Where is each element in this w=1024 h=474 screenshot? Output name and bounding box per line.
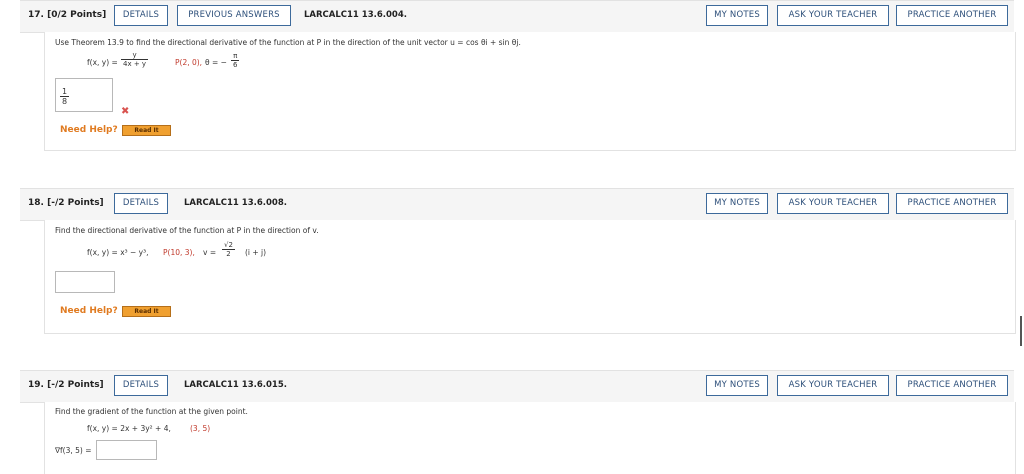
question-number: 18. [-/2 Points] <box>28 198 104 208</box>
read-it-button[interactable]: Read It <box>122 306 171 317</box>
scrollbar[interactable] <box>1020 316 1022 346</box>
question-body: Use Theorem 13.9 to find the directional… <box>44 32 1016 151</box>
practice-another-button[interactable]: PRACTICE ANOTHER <box>896 5 1008 26</box>
need-help-label: Need Help? <box>60 125 118 135</box>
my-notes-button[interactable]: MY NOTES <box>706 5 768 26</box>
question-header: 18. [-/2 Points] DETAILS LARCALC11 13.6.… <box>20 188 1014 221</box>
ask-teacher-button[interactable]: ASK YOUR TEACHER <box>777 193 889 214</box>
incorrect-x-icon: ✖ <box>121 106 130 117</box>
practice-another-button[interactable]: PRACTICE ANOTHER <box>896 193 1008 214</box>
answer-input[interactable]: 1 8 <box>55 78 113 112</box>
read-it-button[interactable]: Read It <box>122 125 171 136</box>
ask-teacher-button[interactable]: ASK YOUR TEACHER <box>777 375 889 396</box>
point-p: P(2, 0), <box>175 58 203 67</box>
answer-input[interactable] <box>96 440 157 460</box>
gradient-label: ∇f(3, 5) = <box>55 446 92 455</box>
theta-fraction: π 6 <box>231 52 240 69</box>
question-header: 17. [0/2 Points] DETAILS PREVIOUS ANSWER… <box>20 0 1014 33</box>
details-button[interactable]: DETAILS <box>114 5 168 26</box>
answer-value: 1 8 <box>60 87 70 106</box>
my-notes-button[interactable]: MY NOTES <box>706 193 768 214</box>
details-button[interactable]: DETAILS <box>114 375 168 396</box>
question-header: 19. [-/2 Points] DETAILS LARCALC11 13.6.… <box>20 370 1014 403</box>
need-help-label: Need Help? <box>60 306 118 316</box>
details-button[interactable]: DETAILS <box>114 193 168 214</box>
previous-answers-button[interactable]: PREVIOUS ANSWERS <box>177 5 291 26</box>
function-lhs: f(x, y) = <box>87 58 118 67</box>
function-expression: f(x, y) = x³ − y³, <box>87 248 149 257</box>
theta-lhs: θ = − <box>205 58 227 67</box>
my-notes-button[interactable]: MY NOTES <box>706 375 768 396</box>
function-fraction: y 4x + y <box>121 51 149 68</box>
problem-code: LARCALC11 13.6.004. <box>304 10 407 20</box>
ask-teacher-button[interactable]: ASK YOUR TEACHER <box>777 5 889 26</box>
question-prompt: Use Theorem 13.9 to find the directional… <box>55 38 521 47</box>
function-expression: f(x, y) = 2x + 3y² + 4, <box>87 424 171 433</box>
point-p: P(10, 3), <box>163 248 195 257</box>
vector-lhs: v = <box>203 248 217 257</box>
given-point: (3, 5) <box>190 424 211 433</box>
question-body: Find the gradient of the function at the… <box>44 402 1016 474</box>
practice-another-button[interactable]: PRACTICE ANOTHER <box>896 375 1008 396</box>
vector-rhs: (i + j) <box>245 248 267 257</box>
question-prompt: Find the directional derivative of the f… <box>55 226 319 235</box>
problem-code: LARCALC11 13.6.008. <box>184 198 287 208</box>
question-number: 19. [-/2 Points] <box>28 380 104 390</box>
answer-input[interactable] <box>55 271 115 293</box>
problem-code: LARCALC11 13.6.015. <box>184 380 287 390</box>
question-number: 17. [0/2 Points] <box>28 10 107 20</box>
question-body: Find the directional derivative of the f… <box>44 220 1016 334</box>
question-prompt: Find the gradient of the function at the… <box>55 407 248 416</box>
vector-fraction: √2 2 <box>222 241 235 258</box>
